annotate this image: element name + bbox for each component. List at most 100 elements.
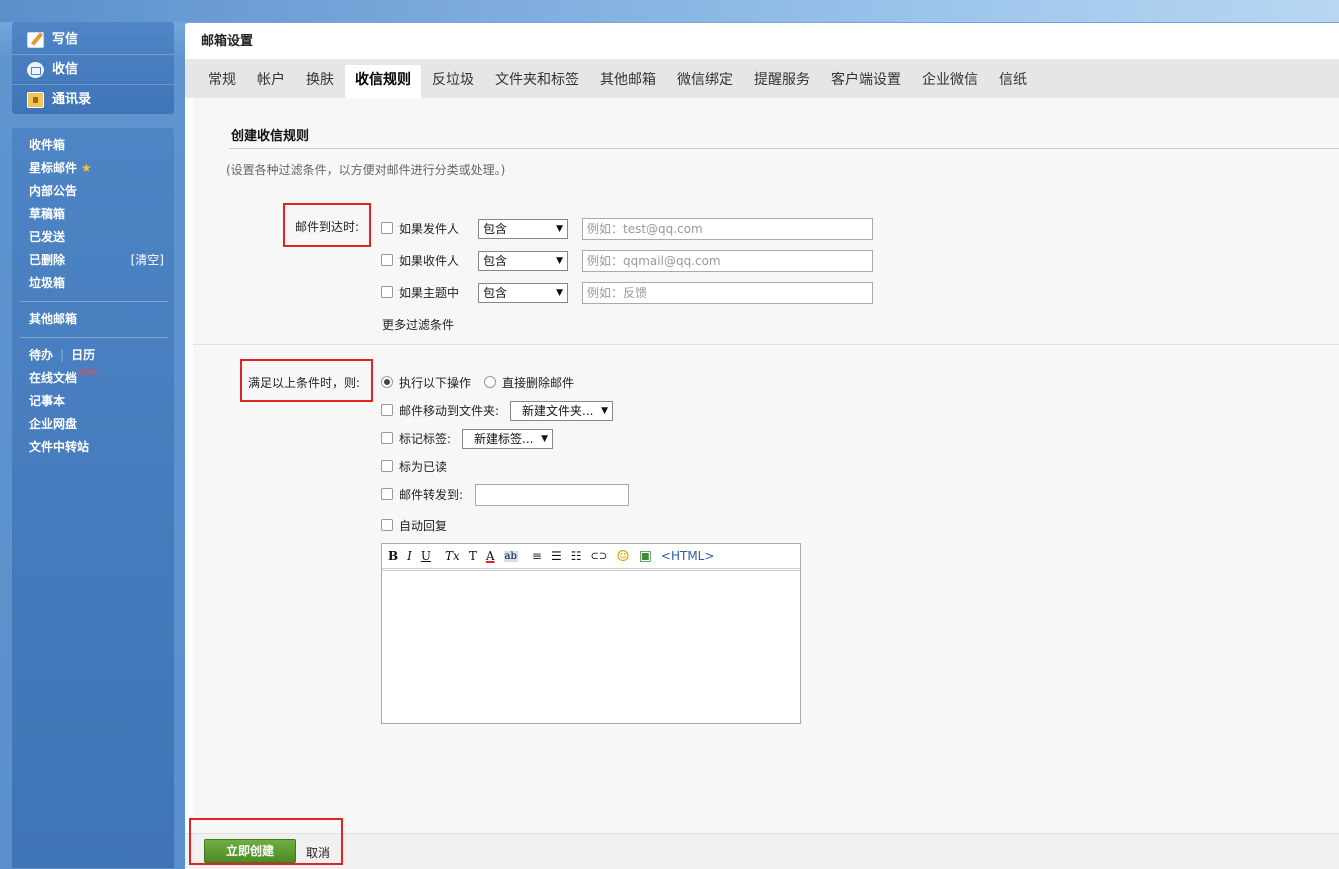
- contacts-label: 通讯录: [52, 92, 92, 107]
- condition-recipient-row: 如果收件人: [381, 249, 459, 271]
- tag-label: 标记标签:: [399, 431, 452, 446]
- folder-announcements[interactable]: 内部公告: [12, 180, 174, 203]
- tab-skin[interactable]: 换肤: [296, 65, 344, 98]
- folder-list: 收件箱 星标邮件 ★ 内部公告 草稿箱 已发送 已删除 [清空] 垃圾箱 其他邮箱 …: [12, 128, 174, 868]
- tab-enterprise-wechat[interactable]: 企业微信: [912, 65, 988, 98]
- folder-spam[interactable]: 垃圾箱: [12, 272, 174, 295]
- list-icon[interactable]: ☰: [551, 549, 562, 563]
- tab-client-settings[interactable]: 客户端设置: [821, 65, 911, 98]
- calendar-link[interactable]: 日历: [71, 348, 95, 362]
- pen-icon: [27, 32, 44, 48]
- reply-editor: B I U Tx T A ab ≡ ☰ ☷ ⊂⊃ ☺ ▣ <HTML>: [381, 543, 801, 724]
- contacts-button[interactable]: 通讯录: [12, 85, 174, 115]
- font-color-icon[interactable]: A: [486, 549, 495, 563]
- tab-folders-tags[interactable]: 文件夹和标签: [485, 65, 589, 98]
- chevron-down-icon: ▼: [601, 406, 608, 416]
- delete-label: 直接删除邮件: [502, 375, 575, 390]
- top-bar: [0, 0, 1339, 22]
- folder-drafts[interactable]: 草稿箱: [12, 203, 174, 226]
- mark-read-row: 标为已读: [381, 455, 447, 477]
- folder-sent[interactable]: 已发送: [12, 226, 174, 249]
- highlight-color-icon[interactable]: ab: [503, 550, 518, 562]
- tab-inbox-rules[interactable]: 收信规则: [345, 65, 421, 98]
- tab-other-mailbox[interactable]: 其他邮箱: [590, 65, 666, 98]
- tab-general[interactable]: 常规: [198, 65, 246, 98]
- sidebar-divider: [20, 301, 168, 302]
- clear-deleted-link[interactable]: [清空]: [131, 249, 164, 272]
- tab-wechat-binding[interactable]: 微信绑定: [667, 65, 743, 98]
- auto-reply-row: 自动回复: [381, 514, 447, 536]
- font-size-icon[interactable]: T: [469, 549, 477, 563]
- recipient-input[interactable]: 例如：qqmail@qq.com: [582, 250, 873, 272]
- execute-radio[interactable]: [381, 376, 393, 388]
- folder-starred[interactable]: 星标邮件 ★: [12, 157, 174, 180]
- page-title: 邮箱设置: [201, 34, 254, 49]
- transfer-link[interactable]: 文件中转站: [12, 436, 174, 459]
- notebook-link[interactable]: 记事本: [12, 390, 174, 413]
- more-filters-link[interactable]: 更多过滤条件: [382, 316, 454, 333]
- move-checkbox[interactable]: [381, 404, 393, 416]
- inbox-icon: [27, 62, 44, 78]
- auto-reply-checkbox[interactable]: [381, 519, 393, 531]
- italic-icon[interactable]: I: [407, 549, 412, 563]
- forward-input[interactable]: [475, 484, 629, 506]
- recipient-checkbox[interactable]: [381, 254, 393, 266]
- sidebar: 写信 收信 通讯录 收件箱 星标邮件 ★ 内部公告 草稿箱 已发送 已删除 [清空]…: [12, 22, 174, 869]
- folder-deleted[interactable]: 已删除 [清空]: [12, 249, 174, 272]
- tag-select[interactable]: 新建标签... ▼: [462, 429, 553, 449]
- underline-icon[interactable]: U: [421, 549, 431, 563]
- rule-form: 创建收信规则 (设置各种过滤条件，以方便对邮件进行分类或处理。) 邮件到达时: …: [193, 98, 1339, 833]
- forward-checkbox[interactable]: [381, 488, 393, 500]
- bold-icon[interactable]: B: [388, 549, 398, 563]
- sender-operator-select[interactable]: 包含 ▼: [478, 219, 568, 239]
- folder-inbox[interactable]: 收件箱: [12, 134, 174, 157]
- recipient-label: 如果收件人: [399, 253, 460, 268]
- mark-read-checkbox[interactable]: [381, 460, 393, 472]
- other-mailbox-link[interactable]: 其他邮箱: [12, 308, 174, 331]
- subject-input[interactable]: 例如：反馈: [582, 282, 873, 304]
- star-icon: ★: [81, 161, 92, 175]
- todo-link[interactable]: 待办: [29, 348, 53, 362]
- condition-subject-row: 如果主题中: [381, 281, 459, 303]
- receive-label: 收信: [52, 62, 79, 77]
- chevron-down-icon: ▼: [556, 288, 563, 298]
- move-label: 邮件移动到文件夹:: [399, 403, 500, 418]
- section-divider: [229, 148, 1339, 149]
- tab-stationery[interactable]: 信纸: [989, 65, 1037, 98]
- move-folder-select[interactable]: 新建文件夹... ▼: [510, 401, 613, 421]
- align-icon[interactable]: ≡: [532, 549, 542, 563]
- editor-body[interactable]: [382, 571, 800, 721]
- highlight-box-create: [189, 818, 343, 865]
- satisfied-label: 满足以上条件时，则:: [248, 376, 361, 390]
- section-heading: 创建收信规则: [231, 129, 310, 144]
- tab-reminders[interactable]: 提醒服务: [744, 65, 820, 98]
- sender-checkbox[interactable]: [381, 222, 393, 234]
- form-divider: [193, 344, 1339, 345]
- execute-label: 执行以下操作: [399, 375, 472, 390]
- chevron-down-icon: ▼: [541, 434, 548, 444]
- emoji-icon[interactable]: ☺: [616, 547, 629, 565]
- image-icon[interactable]: ▣: [639, 548, 652, 564]
- html-mode-button[interactable]: <HTML>: [661, 549, 715, 563]
- delete-radio[interactable]: [484, 376, 497, 388]
- subject-operator-select[interactable]: 包含 ▼: [478, 283, 568, 303]
- action-mode-row: 执行以下操作 直接删除邮件: [381, 371, 574, 393]
- vertical-divider: |: [60, 348, 65, 362]
- sidebar-divider: [20, 337, 168, 338]
- tag-checkbox[interactable]: [381, 432, 393, 444]
- recipient-operator-select[interactable]: 包含 ▼: [478, 251, 568, 271]
- docs-link[interactable]: 在线文档NEW: [12, 367, 174, 390]
- tab-antispam[interactable]: 反垃圾: [422, 65, 484, 98]
- subject-checkbox[interactable]: [381, 286, 393, 298]
- sender-label: 如果发件人: [399, 221, 460, 236]
- compose-button[interactable]: 写信: [12, 25, 174, 55]
- font-icon[interactable]: Tx: [445, 549, 460, 563]
- sender-input[interactable]: 例如：test@qq.com: [582, 218, 873, 240]
- chevron-down-icon: ▼: [556, 224, 563, 234]
- receive-button[interactable]: 收信: [12, 55, 174, 85]
- link-icon[interactable]: ⊂⊃: [590, 551, 607, 562]
- netdisk-link[interactable]: 企业网盘: [12, 413, 174, 436]
- contacts-icon: [27, 92, 44, 108]
- indent-icon[interactable]: ☷: [571, 549, 582, 563]
- tab-account[interactable]: 帐户: [247, 65, 295, 98]
